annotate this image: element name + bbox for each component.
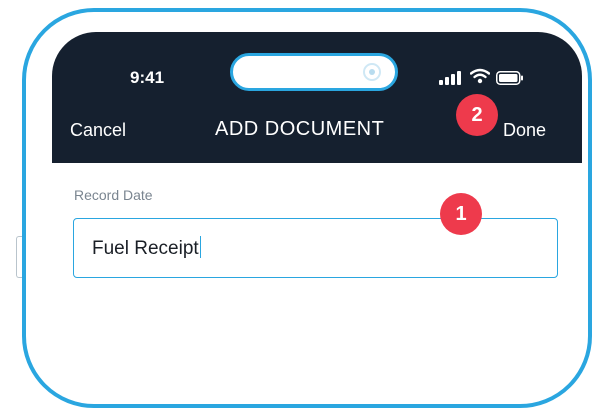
cancel-button[interactable]: Cancel: [70, 120, 126, 141]
record-date-value: Fuel Receipt: [92, 236, 202, 260]
page-title: ADD DOCUMENT: [215, 118, 385, 140]
status-time: 9:41: [130, 68, 165, 87]
record-date-label: Record Date: [74, 187, 153, 203]
done-button[interactable]: Done: [503, 120, 546, 141]
signal-icon: [439, 71, 461, 85]
step-badge-1: 1: [440, 193, 482, 235]
phone-screen: 9:41 Cancel ADD DOCUMENT Done Record Dat…: [52, 32, 582, 332]
dynamic-island: [230, 53, 398, 91]
camera-icon: [363, 63, 381, 81]
record-date-text: Fuel Receipt: [92, 238, 199, 259]
text-caret: [199, 236, 202, 258]
top-bar: 9:41 Cancel ADD DOCUMENT Done: [52, 32, 582, 163]
battery-icon: [496, 71, 523, 85]
record-date-input[interactable]: Fuel Receipt: [73, 218, 558, 278]
step-badge-2: 2: [456, 94, 498, 136]
wifi-icon: [470, 68, 490, 84]
